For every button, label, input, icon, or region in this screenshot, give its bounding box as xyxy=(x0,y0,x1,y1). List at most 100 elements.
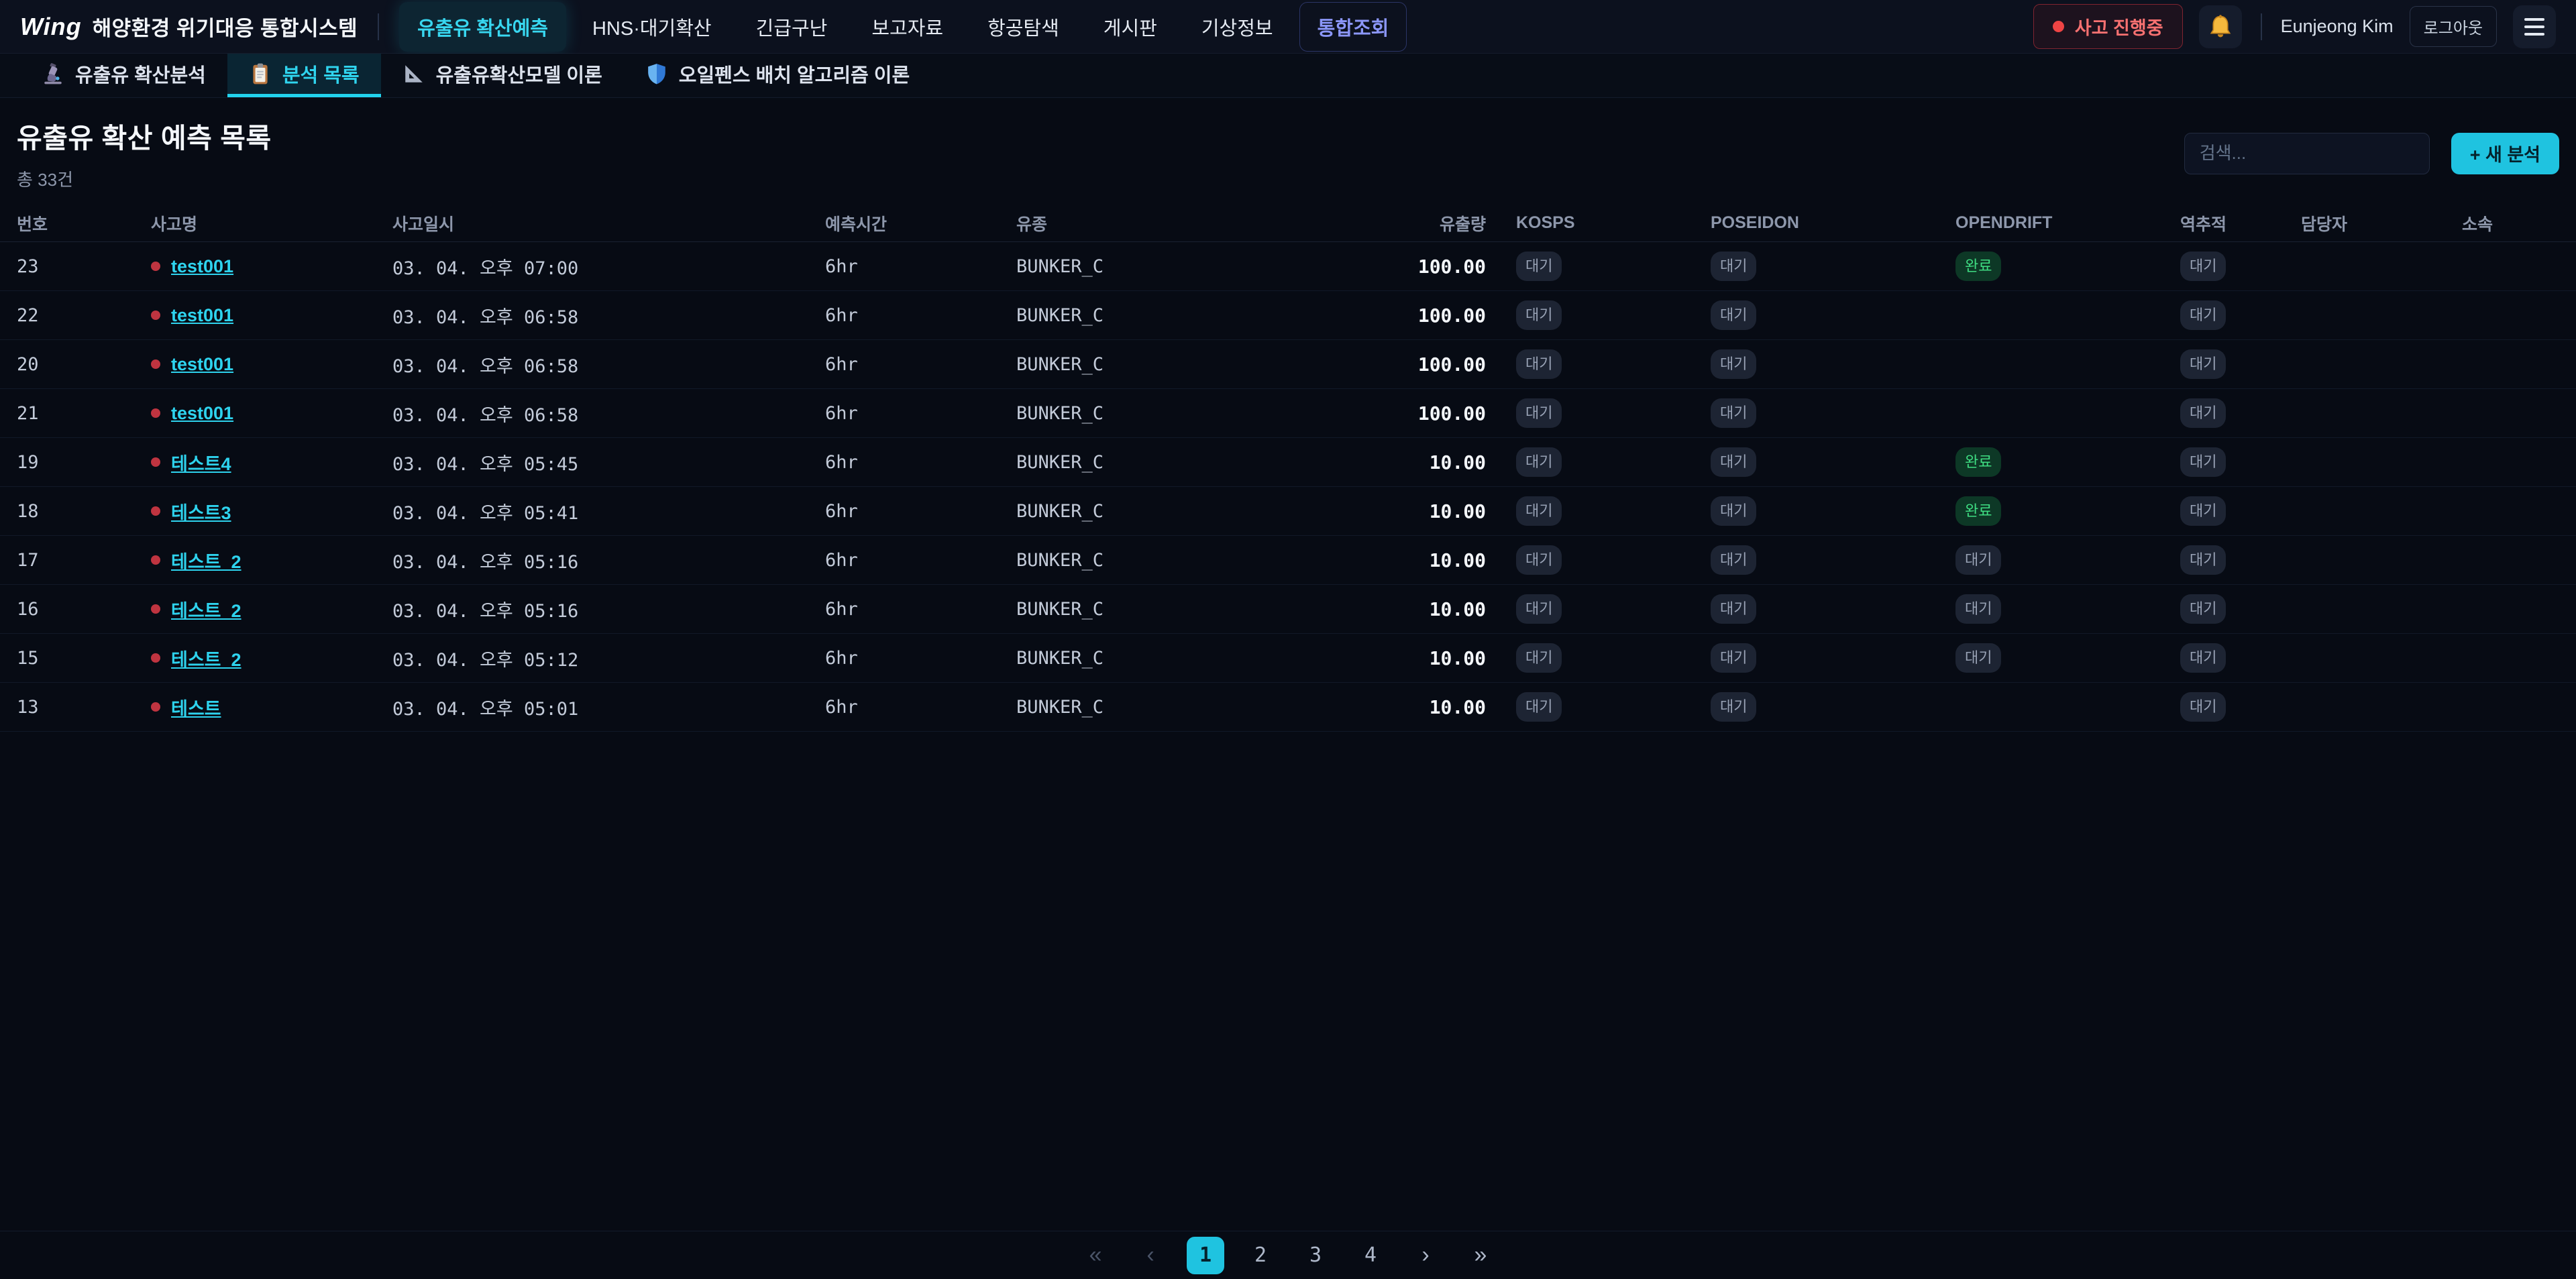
pagination-first-button[interactable]: « xyxy=(1077,1237,1114,1274)
opendrift-status-badge: 완료 xyxy=(1942,496,2167,526)
incident-name-link[interactable]: 테스트_2 xyxy=(171,645,241,671)
opendrift-status-badge: 완료 xyxy=(1942,447,2167,477)
status-badge-waiting: 대기 xyxy=(1516,594,1562,624)
incident-datetime: 03. 04. 오후 05:12 xyxy=(392,645,825,671)
col-header-organization: 소속 xyxy=(2449,211,2559,235)
col-header-backtrack: 역추적 xyxy=(2167,211,2288,235)
nav-item-hns-air-dispersion[interactable]: HNS·대기확산 xyxy=(574,2,730,52)
kosps-status-badge: 대기 xyxy=(1486,252,1697,281)
incident-datetime: 03. 04. 오후 05:16 xyxy=(392,596,825,622)
triangle-ruler-icon xyxy=(402,62,425,85)
incident-in-progress-badge[interactable]: 사고 진행중 xyxy=(2033,4,2183,49)
kosps-status-badge: 대기 xyxy=(1486,300,1697,330)
new-analysis-button[interactable]: + 새 분석 xyxy=(2451,133,2559,174)
status-badge-waiting: 대기 xyxy=(2180,643,2226,673)
incident-name-link[interactable]: 테스트_2 xyxy=(171,547,241,573)
row-number: 15 xyxy=(17,648,151,669)
incident-name-link[interactable]: 테스트_2 xyxy=(171,596,241,622)
tab-dispersion-model-theory[interactable]: 유출유확산모델 이론 xyxy=(381,54,624,97)
oil-type: BUNKER_C xyxy=(1016,305,1392,326)
incident-name-link[interactable]: test001 xyxy=(171,354,233,375)
incident-datetime: 03. 04. 오후 06:58 xyxy=(392,400,825,427)
alert-badge-label: 사고 진행중 xyxy=(2075,13,2163,40)
table-row: 17 테스트_2 03. 04. 오후 05:16 6hr BUNKER_C 1… xyxy=(0,536,2576,585)
menu-button[interactable] xyxy=(2513,5,2556,48)
incident-status-dot-icon xyxy=(151,555,160,565)
col-header-oil-type: 유종 xyxy=(1016,211,1392,235)
status-badge-waiting: 대기 xyxy=(2180,692,2226,722)
pagination-page-4[interactable]: 4 xyxy=(1352,1237,1389,1274)
pagination-bar: « ‹ 1 2 3 4 › » xyxy=(0,1231,2576,1279)
poseidon-status-badge: 대기 xyxy=(1697,643,1942,673)
spill-amount: 10.00 xyxy=(1392,549,1486,571)
kosps-status-badge: 대기 xyxy=(1486,643,1697,673)
nav-item-weather[interactable]: 기상정보 xyxy=(1183,2,1291,52)
row-number: 22 xyxy=(17,305,151,326)
col-header-datetime: 사고일시 xyxy=(392,211,825,235)
pagination-page-3[interactable]: 3 xyxy=(1297,1237,1334,1274)
row-number: 20 xyxy=(17,354,151,375)
poseidon-status-badge: 대기 xyxy=(1697,545,1942,575)
oil-type: BUNKER_C xyxy=(1016,256,1392,277)
incident-name-cell: 테스트_2 xyxy=(151,547,392,573)
table-row: 18 테스트3 03. 04. 오후 05:41 6hr BUNKER_C 10… xyxy=(0,487,2576,536)
status-badge-waiting: 대기 xyxy=(2180,594,2226,624)
incident-name-link[interactable]: test001 xyxy=(171,305,233,326)
nav-item-emergency-rescue[interactable]: 긴급구난 xyxy=(738,2,846,52)
incident-datetime: 03. 04. 오후 06:58 xyxy=(392,302,825,329)
oil-type: BUNKER_C xyxy=(1016,403,1392,424)
incident-status-dot-icon xyxy=(151,311,160,320)
nav-item-integrated-search[interactable]: 통합조회 xyxy=(1299,2,1407,52)
tab-spill-analysis[interactable]: 유출유 확산분석 xyxy=(20,54,227,97)
pagination-page-2[interactable]: 2 xyxy=(1242,1237,1279,1274)
status-badge-waiting: 대기 xyxy=(1516,300,1562,330)
table-body: 23 test001 03. 04. 오후 07:00 6hr BUNKER_C… xyxy=(0,242,2576,732)
row-number: 21 xyxy=(17,403,151,424)
incident-datetime: 03. 04. 오후 05:41 xyxy=(392,498,825,524)
search-input[interactable] xyxy=(2184,133,2430,174)
backtrack-status-badge: 대기 xyxy=(2167,300,2288,330)
tab-analysis-list[interactable]: 분석 목록 xyxy=(227,54,381,97)
nav-item-oil-spill-forecast[interactable]: 유출유 확산예측 xyxy=(399,2,566,52)
table-row: 20 test001 03. 04. 오후 06:58 6hr BUNKER_C… xyxy=(0,340,2576,389)
incident-name-link[interactable]: 테스트 xyxy=(171,694,221,720)
incident-name-link[interactable]: 테스트3 xyxy=(171,498,231,524)
incident-status-dot-icon xyxy=(151,653,160,663)
backtrack-status-badge: 대기 xyxy=(2167,496,2288,526)
app-logo[interactable]: Wing 해양환경 위기대응 통합시스템 xyxy=(20,11,358,42)
forecast-duration: 6hr xyxy=(825,354,1016,375)
poseidon-status-badge: 대기 xyxy=(1697,496,1942,526)
pagination-next-button[interactable]: › xyxy=(1407,1237,1444,1274)
page-title: 유출유 확산 예측 목록 xyxy=(17,115,272,156)
oil-type: BUNKER_C xyxy=(1016,452,1392,473)
top-bar: Wing 해양환경 위기대응 통합시스템 유출유 확산예측 HNS·대기확산 긴… xyxy=(0,0,2576,54)
divider xyxy=(378,13,379,40)
pagination-prev-button[interactable]: ‹ xyxy=(1132,1237,1169,1274)
incident-name-link[interactable]: test001 xyxy=(171,256,233,277)
incident-datetime: 03. 04. 오후 05:16 xyxy=(392,547,825,573)
pagination-last-button[interactable]: » xyxy=(1462,1237,1499,1274)
status-badge-waiting: 대기 xyxy=(1711,398,1756,428)
status-badge-waiting: 대기 xyxy=(2180,349,2226,379)
kosps-status-badge: 대기 xyxy=(1486,692,1697,722)
incident-name-link[interactable]: 테스트4 xyxy=(171,449,231,476)
row-number: 18 xyxy=(17,501,151,522)
status-badge-waiting: 대기 xyxy=(1711,252,1756,281)
logout-button[interactable]: 로그아웃 xyxy=(2410,6,2497,47)
incident-name-link[interactable]: test001 xyxy=(171,403,233,424)
pagination-page-1[interactable]: 1 xyxy=(1187,1237,1224,1274)
kosps-status-badge: 대기 xyxy=(1486,349,1697,379)
tab-oil-fence-algorithm-theory[interactable]: 오일펜스 배치 알고리즘 이론 xyxy=(624,54,931,97)
opendrift-status-badge: 대기 xyxy=(1942,643,2167,673)
user-name: Eunjeong Kim xyxy=(2281,16,2394,37)
status-badge-waiting: 대기 xyxy=(2180,398,2226,428)
nav-item-board[interactable]: 게시판 xyxy=(1085,2,1175,52)
table-row: 15 테스트_2 03. 04. 오후 05:12 6hr BUNKER_C 1… xyxy=(0,634,2576,683)
poseidon-status-badge: 대기 xyxy=(1697,594,1942,624)
nav-item-reports[interactable]: 보고자료 xyxy=(853,2,961,52)
status-badge-waiting: 대기 xyxy=(1711,545,1756,575)
table-row: 13 테스트 03. 04. 오후 05:01 6hr BUNKER_C 10.… xyxy=(0,683,2576,732)
kosps-status-badge: 대기 xyxy=(1486,398,1697,428)
notifications-button[interactable] xyxy=(2199,5,2242,48)
nav-item-aerial-search[interactable]: 항공탐색 xyxy=(969,2,1077,52)
